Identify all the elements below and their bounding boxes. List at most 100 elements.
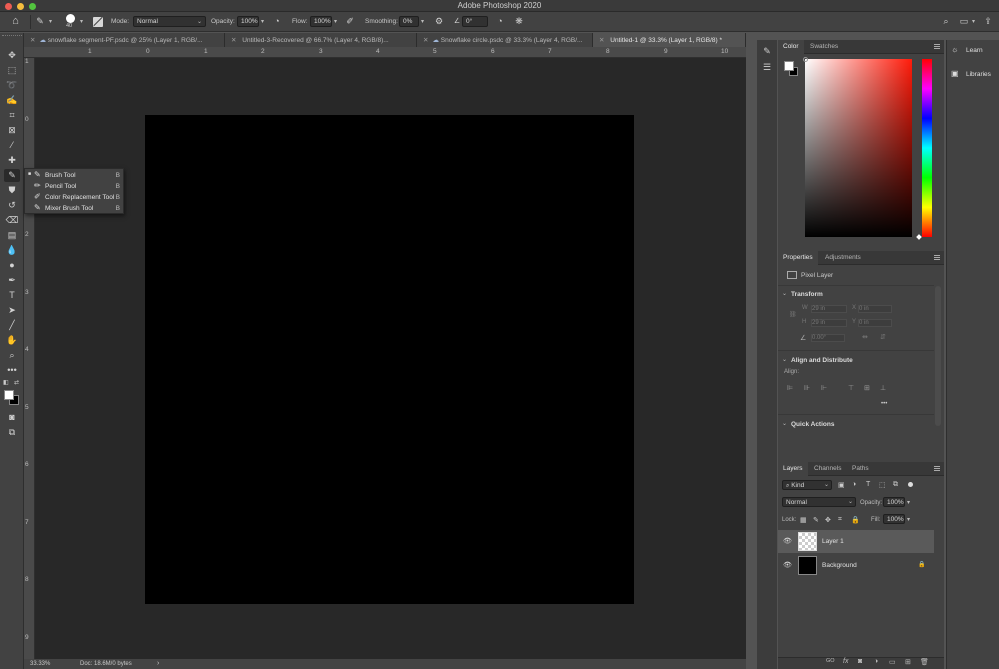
chevron-down-icon[interactable]: ▾ bbox=[972, 18, 975, 25]
home-icon[interactable]: ⌂ bbox=[9, 16, 22, 27]
more-tools-icon[interactable]: ••• bbox=[4, 364, 20, 377]
fx-icon[interactable]: fx bbox=[843, 658, 848, 665]
more-options-icon[interactable]: ••• bbox=[881, 401, 887, 407]
tab-properties[interactable]: Properties bbox=[778, 251, 818, 265]
symmetry-icon[interactable]: ❋ bbox=[513, 16, 525, 27]
chevron-down-icon[interactable]: ▾ bbox=[80, 18, 83, 25]
filter-toggle-icon[interactable] bbox=[908, 482, 913, 487]
crop-tool-icon[interactable]: ⌗ bbox=[4, 109, 20, 122]
hue-slider[interactable] bbox=[922, 59, 932, 237]
align-left-icon[interactable]: ⊫ bbox=[787, 384, 793, 392]
chevron-down-icon[interactable]: ▾ bbox=[334, 18, 337, 25]
tab-channels[interactable]: Channels bbox=[809, 462, 846, 476]
chevron-down-icon[interactable]: ⌄ bbox=[782, 356, 787, 363]
dodge-tool-icon[interactable]: ● bbox=[4, 259, 20, 272]
layer-name[interactable]: Layer 1 bbox=[822, 538, 844, 545]
clone-stamp-tool-icon[interactable]: ⛊ bbox=[4, 184, 20, 197]
screen-mode-icon[interactable]: ⧉ bbox=[4, 426, 20, 439]
lasso-tool-icon[interactable]: ➰ bbox=[4, 79, 20, 92]
chevron-down-icon[interactable]: ▾ bbox=[421, 18, 424, 25]
blur-tool-icon[interactable]: 💧 bbox=[4, 244, 20, 257]
zoom-tool-icon[interactable]: ⌕ bbox=[4, 349, 20, 362]
close-icon[interactable]: ✕ bbox=[423, 37, 428, 44]
quick-actions-section-title[interactable]: Quick Actions bbox=[791, 421, 834, 428]
smoothing-field[interactable]: 0% bbox=[399, 16, 419, 27]
layer-row-layer-1[interactable]: 👁 Layer 1 bbox=[778, 530, 934, 553]
new-layer-icon[interactable]: ⊞ bbox=[905, 658, 911, 666]
filter-shape-icon[interactable]: ⬚ bbox=[879, 481, 886, 489]
hand-tool-icon[interactable]: ✋ bbox=[4, 334, 20, 347]
flip-vertical-icon[interactable]: ⇵ bbox=[880, 333, 886, 341]
adjustment-sliders-icon[interactable]: ☰ bbox=[761, 62, 773, 73]
panel-menu-icon[interactable] bbox=[934, 466, 940, 471]
align-right-icon[interactable]: ⊩ bbox=[821, 384, 827, 392]
chevron-down-icon[interactable]: ⌄ bbox=[782, 290, 787, 297]
document-canvas[interactable] bbox=[145, 115, 634, 604]
tab-untitled-1[interactable]: ✕ Untitled-1 @ 33.3% (Layer 1, RGB/8) * bbox=[593, 33, 746, 47]
panel-menu-icon[interactable] bbox=[934, 255, 940, 260]
trash-icon[interactable]: 🗑 bbox=[920, 658, 929, 666]
eyedropper-tool-icon[interactable]: ⁄ bbox=[4, 139, 20, 152]
layer-opacity-field[interactable]: 100% bbox=[883, 497, 905, 507]
pressure-opacity-icon[interactable]: ◔ bbox=[271, 16, 283, 27]
layer-filter-kind-select[interactable]: ⌕ Kind ⌄ bbox=[782, 480, 832, 490]
rotation-field[interactable]: 0.00° bbox=[811, 334, 845, 342]
libraries-panel-button[interactable]: ▣ Libraries bbox=[947, 66, 999, 82]
link-icon[interactable]: ⛓ bbox=[789, 311, 797, 318]
y-field[interactable]: 0 in bbox=[858, 319, 892, 327]
brush-angle-field[interactable]: 0° bbox=[462, 16, 488, 27]
align-horizontal-center-icon[interactable]: ⊪ bbox=[804, 384, 810, 392]
visibility-eye-icon[interactable]: 👁 bbox=[783, 537, 792, 545]
brush-settings-panel-icon[interactable]: ✎ bbox=[761, 46, 773, 57]
panel-menu-icon[interactable] bbox=[934, 44, 940, 49]
pen-tool-icon[interactable]: ✒ bbox=[4, 274, 20, 287]
brush-tool-icon[interactable]: ✎ bbox=[4, 169, 20, 182]
filter-adjustment-icon[interactable]: ◑ bbox=[852, 481, 856, 488]
healing-brush-tool-icon[interactable]: ✚ bbox=[4, 154, 20, 167]
height-field[interactable]: 29 in bbox=[811, 319, 847, 327]
transform-section-title[interactable]: Transform bbox=[791, 291, 823, 298]
width-field[interactable]: 29 in bbox=[811, 305, 847, 313]
align-bottom-icon[interactable]: ⊥ bbox=[880, 384, 886, 392]
zoom-level[interactable]: 33.33% bbox=[30, 661, 50, 667]
chevron-down-icon[interactable]: ⌄ bbox=[782, 420, 787, 427]
filter-smart-object-icon[interactable]: ⧉ bbox=[893, 481, 898, 489]
tab-snowflake-segment[interactable]: ✕ ☁ snowflake segment-PF.psdc @ 25% (Laye… bbox=[24, 33, 225, 47]
color-field[interactable] bbox=[805, 59, 912, 237]
type-tool-icon[interactable]: T bbox=[4, 289, 20, 302]
align-section-title[interactable]: Align and Distribute bbox=[791, 357, 853, 364]
lock-transparent-pixels-icon[interactable]: ▦ bbox=[800, 516, 807, 524]
flyout-item-brush-tool[interactable]: ■ ✎ Brush Tool B bbox=[25, 170, 123, 181]
brush-settings-toggle-icon[interactable] bbox=[93, 16, 103, 27]
brush-tip-preview-icon[interactable] bbox=[66, 14, 75, 23]
chevron-down-icon[interactable]: ▾ bbox=[907, 499, 910, 506]
history-brush-tool-icon[interactable]: ↺ bbox=[4, 199, 20, 212]
chevron-down-icon[interactable]: ▾ bbox=[49, 18, 52, 25]
filter-pixel-icon[interactable]: ▣ bbox=[838, 481, 845, 489]
adjustment-layer-icon[interactable]: ◑ bbox=[874, 658, 878, 665]
path-selection-tool-icon[interactable]: ➤ bbox=[4, 304, 20, 317]
flyout-item-mixer-brush-tool[interactable]: ✎ Mixer Brush Tool B bbox=[25, 203, 123, 214]
lock-all-icon[interactable]: 🔒 bbox=[851, 516, 860, 524]
flyout-item-color-replacement-tool[interactable]: ✐ Color Replacement Tool B bbox=[25, 192, 123, 203]
workspace-icon[interactable]: ▭ bbox=[958, 16, 970, 27]
frame-tool-icon[interactable]: ⊠ bbox=[4, 124, 20, 137]
gear-icon[interactable]: ⚙ bbox=[433, 16, 445, 27]
blend-mode-select[interactable]: Normal ⌄ bbox=[782, 497, 856, 507]
visibility-eye-icon[interactable]: 👁 bbox=[783, 561, 792, 569]
tab-layers[interactable]: Layers bbox=[778, 462, 808, 476]
hue-slider-handle[interactable] bbox=[916, 234, 922, 240]
search-icon[interactable]: ⌕ bbox=[940, 16, 952, 27]
chevron-down-icon[interactable]: ▾ bbox=[261, 18, 264, 25]
fill-field[interactable]: 100% bbox=[883, 514, 905, 524]
airbrush-icon[interactable]: ✐ bbox=[344, 16, 356, 27]
default-colors-icon[interactable]: ◧ bbox=[3, 379, 9, 386]
mode-select[interactable]: Normal ⌄ bbox=[133, 16, 206, 27]
close-icon[interactable]: ✕ bbox=[599, 37, 604, 44]
add-mask-icon[interactable]: ◙ bbox=[858, 658, 862, 665]
filter-type-icon[interactable]: T bbox=[866, 481, 870, 488]
align-top-icon[interactable]: ⊤ bbox=[848, 384, 854, 392]
lock-artboard-icon[interactable]: ⌗ bbox=[838, 516, 842, 524]
layer-row-background[interactable]: 👁 Background 🔒 bbox=[778, 554, 934, 577]
tab-untitled-3-recovered[interactable]: ✕ Untitled-3-Recovered @ 66.7% (Layer 4,… bbox=[225, 33, 417, 47]
